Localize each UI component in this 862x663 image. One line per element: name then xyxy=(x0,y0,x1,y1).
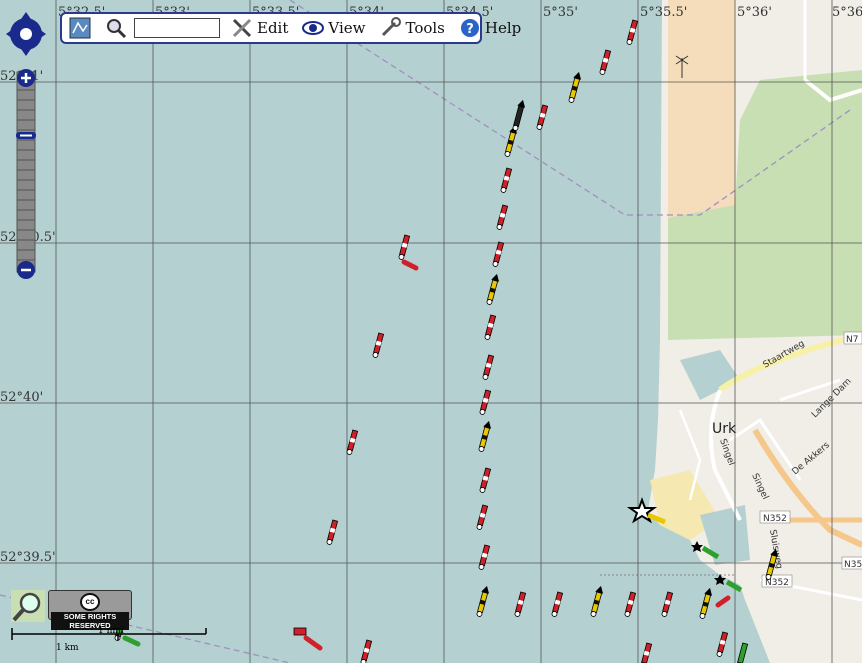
lon-label: 5°35' xyxy=(543,5,578,20)
tools-button[interactable]: Tools xyxy=(376,17,447,39)
scale-bar: 1 nmi 1 km xyxy=(10,624,210,654)
lat-label: 52°39.5' xyxy=(0,550,56,565)
license-badge[interactable]: cc SOME RIGHTS RESERVED xyxy=(48,590,132,630)
pan-control[interactable] xyxy=(6,10,46,58)
tools-label: Tools xyxy=(405,19,445,37)
edit-button[interactable]: Edit xyxy=(228,17,291,39)
scale-km-label: 1 km xyxy=(56,643,79,653)
scale-nmi-label: 1 nmi xyxy=(98,626,124,636)
route-shield-label: N352 xyxy=(763,514,787,524)
layers-button[interactable] xyxy=(66,17,94,39)
town-label: Urk xyxy=(712,421,737,437)
search-input[interactable] xyxy=(134,18,220,38)
lat-label: 52°40' xyxy=(0,390,43,405)
map-toolbar: Edit View Tools ? Help xyxy=(60,12,521,44)
edit-label: Edit xyxy=(257,19,289,37)
zoom-out-icon[interactable] xyxy=(17,261,35,279)
lon-label: 5°36' xyxy=(737,5,772,20)
help-icon: ? xyxy=(460,19,479,37)
edit-tools-icon xyxy=(232,18,252,38)
light-vessel-icon[interactable] xyxy=(293,627,307,636)
wrench-icon xyxy=(382,17,402,37)
lon-label: 5°35.5' xyxy=(640,5,687,20)
svg-text:?: ? xyxy=(466,22,474,37)
zoom-bar[interactable] xyxy=(15,68,37,280)
route-shield-label: N7 xyxy=(846,335,858,345)
pan-down-icon[interactable] xyxy=(19,46,33,56)
help-button[interactable]: ? Help xyxy=(456,17,524,39)
nautical-map[interactable]: 5°32.5' 5°33' 5°33.5' 5°34' 5°34.5' 5°35… xyxy=(0,0,862,663)
eye-icon xyxy=(302,21,325,35)
cc-icon: cc xyxy=(80,593,100,611)
zoom-in-icon[interactable] xyxy=(17,69,35,87)
search-button[interactable] xyxy=(102,17,130,39)
route-shield-label: N35 xyxy=(844,560,862,570)
view-button[interactable]: View xyxy=(299,17,368,39)
overview-map-icon[interactable] xyxy=(11,590,45,622)
help-label: Help xyxy=(484,19,522,37)
layers-icon xyxy=(69,17,91,39)
pan-up-icon[interactable] xyxy=(19,12,33,22)
zoom-slider-handle[interactable] xyxy=(16,132,36,139)
lon-label: 5°36 xyxy=(832,5,862,20)
search-icon xyxy=(107,19,127,39)
view-label: View xyxy=(328,19,366,37)
